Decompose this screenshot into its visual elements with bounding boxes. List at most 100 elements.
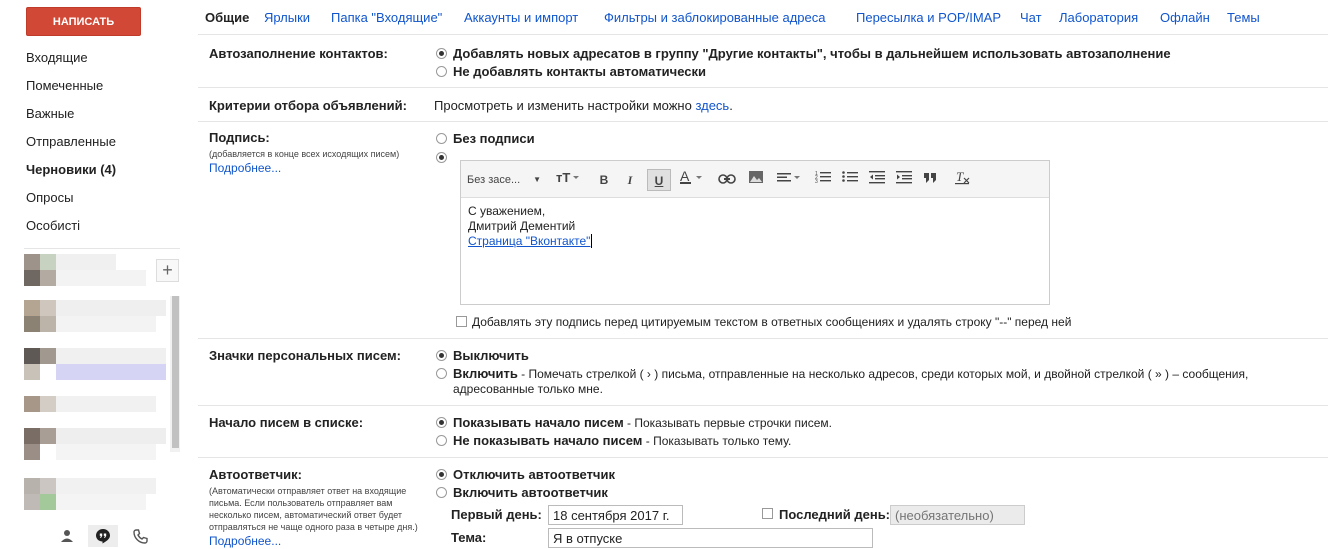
list-item xyxy=(56,364,166,380)
avatar xyxy=(24,300,40,316)
personal-on-radio[interactable] xyxy=(436,368,447,379)
tab-inbox[interactable]: Папка "Входящие" xyxy=(331,10,442,25)
personal-off-radio[interactable] xyxy=(436,350,447,361)
tab-general[interactable]: Общие xyxy=(205,10,249,25)
svg-text:A: A xyxy=(680,169,690,184)
numbered-list-icon[interactable]: 123 xyxy=(812,169,834,191)
quote-icon[interactable] xyxy=(920,169,942,191)
phone-icon[interactable] xyxy=(125,525,155,547)
personal-indicators-label: Значки персональных писем: xyxy=(209,348,401,363)
signature-custom-radio[interactable] xyxy=(436,152,447,163)
personal-on-label-bold: Включить xyxy=(453,366,518,381)
personal-on-label-line2: адресованные только мне. xyxy=(453,382,603,396)
italic-icon[interactable]: I xyxy=(621,169,639,191)
snippets-hide-bold: Не показывать начало писем xyxy=(453,433,643,448)
text-cursor xyxy=(591,234,593,248)
ads-link[interactable]: здесь xyxy=(695,98,729,113)
ads-label: Критерии отбора объявлений: xyxy=(209,98,407,113)
avatar xyxy=(24,348,40,364)
tab-labels[interactable]: Ярлыки xyxy=(264,10,310,25)
chat-contact-list[interactable] xyxy=(24,252,166,517)
list-item xyxy=(56,254,116,270)
signature-link[interactable]: Страница "Вконтакте" xyxy=(468,234,590,248)
vacation-on-radio[interactable] xyxy=(436,487,447,498)
list-item xyxy=(56,316,156,332)
folder-inbox[interactable]: Входящие xyxy=(26,46,116,74)
signature-none-label: Без подписи xyxy=(453,131,535,146)
avatar xyxy=(40,396,56,412)
font-family-select[interactable]: Без засе... ▼ xyxy=(467,169,543,191)
autocomplete-add-radio[interactable] xyxy=(436,48,447,59)
list-item xyxy=(56,300,166,316)
link-icon[interactable] xyxy=(716,169,738,191)
folder-sent[interactable]: Отправленные xyxy=(26,130,116,158)
vacation-off-radio[interactable] xyxy=(436,469,447,480)
folder-important[interactable]: Важные xyxy=(26,102,116,130)
signature-before-quote-checkbox[interactable] xyxy=(456,316,467,327)
subject-label: Тема: xyxy=(451,530,487,545)
autocomplete-none-radio[interactable] xyxy=(436,66,447,77)
tab-offline[interactable]: Офлайн xyxy=(1160,10,1210,25)
snippets-hide-radio[interactable] xyxy=(436,435,447,446)
align-icon[interactable] xyxy=(775,169,803,191)
signature-row: Подпись: (добавляется в конце всех исход… xyxy=(198,122,1328,339)
tab-forwarding[interactable]: Пересылка и POP/IMAP xyxy=(856,10,1001,25)
last-day-checkbox[interactable] xyxy=(762,508,773,519)
clear-formatting-icon[interactable]: T xyxy=(951,169,973,191)
compose-button[interactable]: НАПИСАТЬ xyxy=(26,7,141,36)
list-item xyxy=(56,396,156,412)
autocomplete-row: Автозаполнение контактов: Добавлять новы… xyxy=(198,36,1328,88)
signature-more-link[interactable]: Подробнее... xyxy=(209,161,281,175)
avatar xyxy=(24,254,40,270)
tab-themes[interactable]: Темы xyxy=(1227,10,1260,25)
avatar xyxy=(40,348,56,364)
vacation-more-link[interactable]: Подробнее... xyxy=(209,534,281,548)
last-day-label: Последний день: xyxy=(779,507,891,522)
signature-line-2: Дмитрий Дементий xyxy=(468,219,576,233)
contacts-icon[interactable] xyxy=(52,525,82,547)
snippets-show-radio[interactable] xyxy=(436,417,447,428)
folder-polls[interactable]: Опросы xyxy=(26,186,116,214)
vacation-row: Автоответчик: (Автоматически отправляет … xyxy=(198,458,1328,549)
last-day-input[interactable] xyxy=(890,505,1025,525)
snippets-show-text: - Показывать первые строчки писем. xyxy=(623,416,833,430)
avatar xyxy=(40,270,56,286)
signature-none-radio[interactable] xyxy=(436,133,447,144)
folder-list: Входящие Помеченные Важные Отправленные … xyxy=(26,46,116,242)
indent-less-icon[interactable] xyxy=(866,169,888,191)
settings-panel: Автозаполнение контактов: Добавлять новы… xyxy=(198,36,1328,549)
scrollbar-thumb[interactable] xyxy=(172,296,179,448)
first-day-input[interactable] xyxy=(548,505,683,525)
avatar xyxy=(40,300,56,316)
tab-labs[interactable]: Лаборатория xyxy=(1059,10,1138,25)
signature-label: Подпись: xyxy=(209,130,270,145)
folder-personal[interactable]: Особисті xyxy=(26,214,116,242)
underline-icon[interactable]: U xyxy=(647,169,671,191)
subject-input[interactable] xyxy=(548,528,873,548)
snippets-label: Начало писем в списке: xyxy=(209,415,364,430)
tab-filters[interactable]: Фильтры и заблокированные адреса xyxy=(604,10,825,25)
hangouts-icon[interactable] xyxy=(88,525,118,547)
bold-icon[interactable]: B xyxy=(595,169,613,191)
image-icon[interactable] xyxy=(745,169,767,191)
ads-text: Просмотреть и изменить настройки можно з… xyxy=(434,98,733,113)
list-item xyxy=(56,270,146,286)
folder-starred[interactable]: Помеченные xyxy=(26,74,116,102)
indent-more-icon[interactable] xyxy=(893,169,915,191)
avatar xyxy=(24,270,40,286)
tab-accounts[interactable]: Аккаунты и импорт xyxy=(464,10,578,25)
signature-before-quote-label: Добавлять эту подпись перед цитируемым т… xyxy=(472,315,1072,329)
signature-line-1: С уважением, xyxy=(468,204,546,218)
avatar xyxy=(24,444,40,460)
signature-text-area[interactable]: С уважением, Дмитрий Дементий Страница "… xyxy=(461,198,1049,304)
tab-chat[interactable]: Чат xyxy=(1020,10,1042,25)
folder-drafts[interactable]: Черновики (4) xyxy=(26,158,116,186)
text-color-icon[interactable]: A xyxy=(677,168,707,191)
autocomplete-none-label: Не добавлять контакты автоматически xyxy=(453,64,707,79)
avatar xyxy=(24,428,40,444)
font-size-icon[interactable]: тТ xyxy=(553,169,583,191)
avatar xyxy=(24,478,40,494)
bulleted-list-icon[interactable] xyxy=(839,169,861,191)
avatar xyxy=(40,254,56,270)
svg-text:3: 3 xyxy=(815,179,818,184)
